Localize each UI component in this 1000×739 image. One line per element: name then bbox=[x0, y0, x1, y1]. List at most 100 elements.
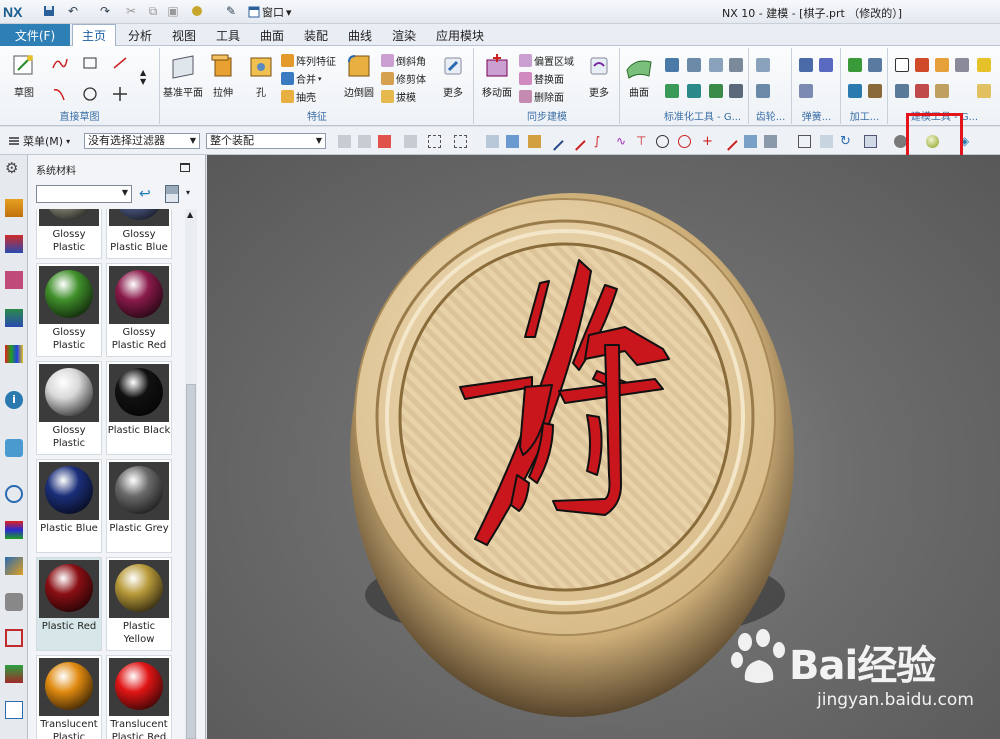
material-cell[interactable]: Glossy Plastic bbox=[36, 361, 102, 455]
move-face-button[interactable]: 移动面 bbox=[477, 52, 517, 99]
web-browser-icon[interactable] bbox=[5, 439, 23, 457]
standard-tool-icon[interactable] bbox=[665, 84, 679, 98]
curve-snap-icon[interactable]: ∫ bbox=[594, 135, 607, 148]
rectangle-icon[interactable] bbox=[82, 56, 97, 70]
filter-icon[interactable] bbox=[358, 135, 371, 148]
sync-more-button[interactable]: 更多 bbox=[579, 52, 619, 99]
line-snap-icon[interactable] bbox=[545, 132, 564, 151]
copy-icon[interactable]: ⧉ bbox=[146, 4, 160, 18]
spring-icon[interactable] bbox=[799, 84, 813, 98]
point-snap-icon[interactable]: + bbox=[702, 135, 715, 148]
save-icon[interactable] bbox=[42, 4, 56, 18]
modeling-tool-icon[interactable] bbox=[915, 58, 929, 72]
visual-palette-icon[interactable] bbox=[5, 521, 23, 539]
modeling-tool-icon[interactable] bbox=[935, 84, 949, 98]
shell-button[interactable]: 抽壳 bbox=[281, 89, 316, 104]
apply-material-icon[interactable]: ↩ bbox=[139, 186, 151, 202]
trim-body-button[interactable]: 修剪体 bbox=[381, 71, 426, 86]
fit-view-icon[interactable] bbox=[798, 135, 811, 148]
material-cell[interactable]: Translucent Plastic bbox=[36, 655, 102, 739]
spring-icon[interactable] bbox=[819, 58, 833, 72]
material-cell[interactable]: Glossy Plastic Blue bbox=[106, 209, 172, 259]
orient-view-icon[interactable] bbox=[864, 135, 877, 148]
assembly-navigator-icon[interactable] bbox=[5, 235, 23, 253]
standard-tool-icon[interactable] bbox=[729, 84, 743, 98]
menu-button[interactable]: 菜单(M) ▾ bbox=[8, 133, 70, 149]
settings-icon[interactable]: ⚙ bbox=[5, 159, 23, 177]
machining-icon[interactable] bbox=[868, 58, 882, 72]
modeling-tool-icon[interactable] bbox=[915, 84, 929, 98]
filter-icon[interactable] bbox=[404, 135, 417, 148]
history-icon[interactable] bbox=[5, 485, 23, 503]
standard-tool-icon[interactable] bbox=[729, 58, 743, 72]
scroll-up-icon[interactable]: ▲ bbox=[187, 210, 193, 219]
pattern-feature-button[interactable]: 阵列特征 bbox=[281, 53, 336, 68]
reuse-library-icon[interactable] bbox=[5, 309, 23, 327]
roles-icon[interactable] bbox=[5, 593, 23, 611]
document-icon[interactable] bbox=[5, 701, 23, 719]
material-cell[interactable]: Glossy Plastic bbox=[36, 209, 102, 259]
standard-tool-icon[interactable] bbox=[709, 58, 723, 72]
tab-curve[interactable]: 曲线 bbox=[338, 24, 382, 46]
tab-render[interactable]: 渲染 bbox=[382, 24, 426, 46]
system-materials-icon[interactable] bbox=[5, 557, 23, 575]
select-region-icon[interactable] bbox=[454, 135, 467, 148]
material-cell[interactable]: Plastic Yellow bbox=[106, 557, 172, 651]
unite-button[interactable]: 合并 ▾ bbox=[281, 71, 322, 86]
modeling-tool-icon[interactable] bbox=[935, 58, 949, 72]
extrude-button[interactable]: 拉伸 bbox=[203, 52, 243, 99]
hole-button[interactable]: 孔 bbox=[241, 52, 281, 99]
feature-more-button[interactable]: 更多 bbox=[433, 52, 473, 99]
scroll-thumb[interactable] bbox=[186, 384, 196, 739]
hd3d-tools-icon[interactable] bbox=[5, 345, 23, 363]
triangle-icon[interactable] bbox=[895, 58, 909, 72]
intersection-snap-icon[interactable]: ⊤ bbox=[636, 135, 649, 148]
select-region-icon[interactable] bbox=[428, 135, 441, 148]
process-studio-icon[interactable] bbox=[5, 665, 23, 683]
modeling-tool-icon[interactable] bbox=[895, 84, 909, 98]
point-icon[interactable] bbox=[112, 86, 127, 101]
sketch-more-icon[interactable]: ▲ ▼ bbox=[140, 68, 146, 86]
paste-icon[interactable]: ▣ bbox=[166, 4, 180, 18]
material-library-combo[interactable]: ▼ bbox=[36, 185, 132, 203]
gear-icon[interactable] bbox=[756, 84, 770, 98]
standard-tool-icon[interactable] bbox=[665, 58, 679, 72]
tab-assembly[interactable]: 装配 bbox=[294, 24, 338, 46]
standard-tool-icon[interactable] bbox=[687, 84, 701, 98]
line-icon[interactable] bbox=[112, 56, 127, 70]
delete-face-button[interactable]: 删除面 bbox=[519, 89, 564, 104]
modeling-tool-icon[interactable] bbox=[977, 58, 991, 72]
selection-scope-dropdown[interactable]: 整个装配 ▼ bbox=[206, 133, 326, 149]
quadrant-snap-icon[interactable] bbox=[678, 135, 691, 148]
filter-icon[interactable] bbox=[338, 135, 351, 148]
tab-application[interactable]: 应用模块 bbox=[428, 24, 492, 46]
offset-region-button[interactable]: 偏置区域 bbox=[519, 53, 574, 68]
maximize-icon[interactable] bbox=[180, 163, 190, 172]
view-style-icon[interactable] bbox=[165, 185, 179, 203]
window-menu[interactable]: 窗口 ▾ bbox=[248, 4, 292, 20]
machining-icon[interactable] bbox=[848, 58, 862, 72]
profile-icon[interactable] bbox=[52, 56, 68, 70]
gear-icon[interactable] bbox=[756, 58, 770, 72]
tab-analysis[interactable]: 分析 bbox=[118, 24, 162, 46]
datum-plane-button[interactable]: 基准平面 bbox=[163, 52, 203, 99]
draft-button[interactable]: 拔模 bbox=[381, 89, 416, 104]
line-snap-icon[interactable] bbox=[719, 132, 738, 151]
modeling-tool-icon[interactable] bbox=[977, 84, 991, 98]
line-snap-icon[interactable] bbox=[567, 132, 586, 151]
constraint-navigator-icon[interactable] bbox=[5, 271, 23, 289]
face-snap-icon[interactable] bbox=[744, 135, 757, 148]
material-scrollbar[interactable]: ▲ bbox=[185, 209, 197, 739]
tab-surface[interactable]: 曲面 bbox=[250, 24, 294, 46]
palette-icon[interactable] bbox=[5, 629, 23, 647]
material-cell[interactable]: Glossy Plastic bbox=[36, 263, 102, 357]
material-cell[interactable]: Plastic Blue bbox=[36, 459, 102, 553]
zoom-icon[interactable] bbox=[820, 135, 833, 148]
snap-point-icon[interactable] bbox=[528, 135, 541, 148]
snap-icon[interactable] bbox=[378, 135, 391, 148]
graphics-viewport[interactable]: 将 Bai经验 jingyan.baidu.com bbox=[207, 155, 1000, 739]
standard-tool-icon[interactable] bbox=[709, 84, 723, 98]
material-cell[interactable]: Plastic Grey bbox=[106, 459, 172, 553]
machining-icon[interactable] bbox=[868, 84, 882, 98]
tab-tools[interactable]: 工具 bbox=[206, 24, 250, 46]
